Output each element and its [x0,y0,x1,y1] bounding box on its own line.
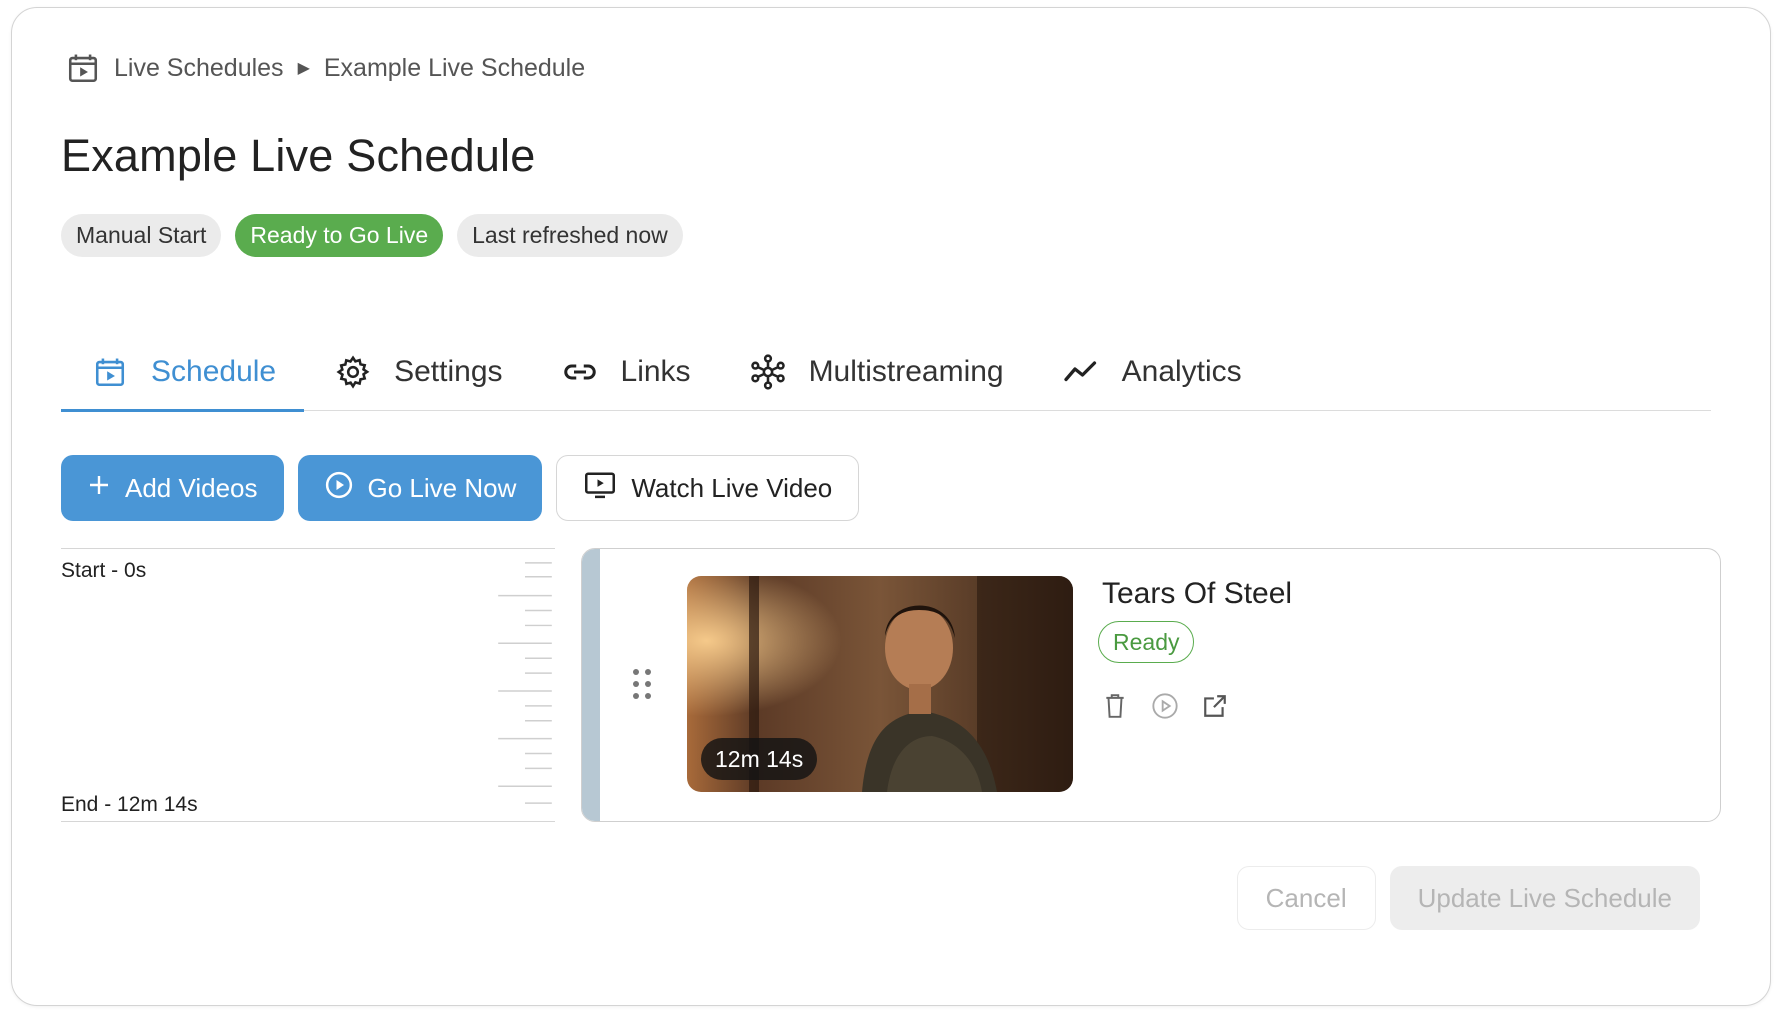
tab-label: Analytics [1121,354,1242,388]
play-circle-icon [324,470,354,507]
network-icon [749,353,787,391]
form-footer: Cancel Update Live Schedule [1236,866,1700,930]
update-live-schedule-button[interactable]: Update Live Schedule [1389,866,1700,930]
tab-label: Links [620,354,691,388]
manual-start-badge: Manual Start [61,214,222,257]
timeline-end-label: End - 12m 14s [61,793,198,816]
breadcrumb-current: Example Live Schedule [323,53,586,82]
status-badges: Manual Start Ready to Go Live Last refre… [61,214,683,257]
timeline-ticks [498,562,552,804]
link-icon [561,353,599,391]
go-live-now-button[interactable]: Go Live Now [297,455,543,521]
add-videos-label: Add Videos [125,472,258,503]
chart-line-icon [1062,353,1100,391]
external-link-icon[interactable] [1200,691,1230,721]
tab-label: Multistreaming [808,354,1004,388]
breadcrumb: Live Schedules ▶ Example Live Schedule [64,48,585,88]
tab-analytics[interactable]: Analytics [1032,333,1270,410]
video-duration: 12m 14s [701,738,818,780]
schedule-actions: Add Videos Go Live Now Watch Live Video [61,455,860,521]
page-title: Example Live Schedule [61,130,536,181]
tab-links[interactable]: Links [531,333,719,410]
schedule-timeline: Start - 0s End - 12m 14s [61,548,555,822]
tab-multistreaming[interactable]: Multistreaming [719,333,1032,410]
video-item-actions [1100,691,1230,721]
video-thumbnail[interactable]: 12m 14s [687,576,1073,792]
gear-icon [334,353,372,391]
status-badge: Ready to Go Live [235,214,444,257]
live-schedule-icon [64,49,102,87]
watch-live-video-button[interactable]: Watch Live Video [556,455,860,521]
tab-settings[interactable]: Settings [304,333,530,410]
tab-label: Settings [394,354,503,388]
timeline-start-label: Start - 0s [61,559,147,582]
calendar-play-icon [91,353,129,391]
tab-schedule[interactable]: Schedule [61,333,305,412]
tab-bar: Schedule Settings Links Multistreaming A… [61,333,1711,412]
refreshed-badge: Last refreshed now [457,214,683,257]
monitor-play-icon [583,470,617,507]
video-item-card[interactable]: 12m 14s Tears Of Steel Ready [581,548,1721,822]
tab-label: Schedule [151,354,277,388]
cancel-button[interactable]: Cancel [1236,866,1376,930]
video-title: Tears Of Steel [1102,577,1293,610]
breadcrumb-root-link[interactable]: Live Schedules [114,54,284,83]
video-status-badge: Ready [1098,621,1195,663]
play-circle-icon[interactable] [1150,691,1180,721]
go-live-now-label: Go Live Now [367,472,517,503]
chevron-right-icon: ▶ [297,60,310,77]
plus-icon [87,473,111,504]
video-item-accent [582,549,600,821]
trash-icon[interactable] [1100,691,1130,721]
live-schedule-panel: Live Schedules ▶ Example Live Schedule E… [11,7,1771,1006]
watch-live-video-label: Watch Live Video [631,472,833,503]
drag-handle-icon[interactable] [630,667,654,701]
add-videos-button[interactable]: Add Videos [61,455,284,521]
